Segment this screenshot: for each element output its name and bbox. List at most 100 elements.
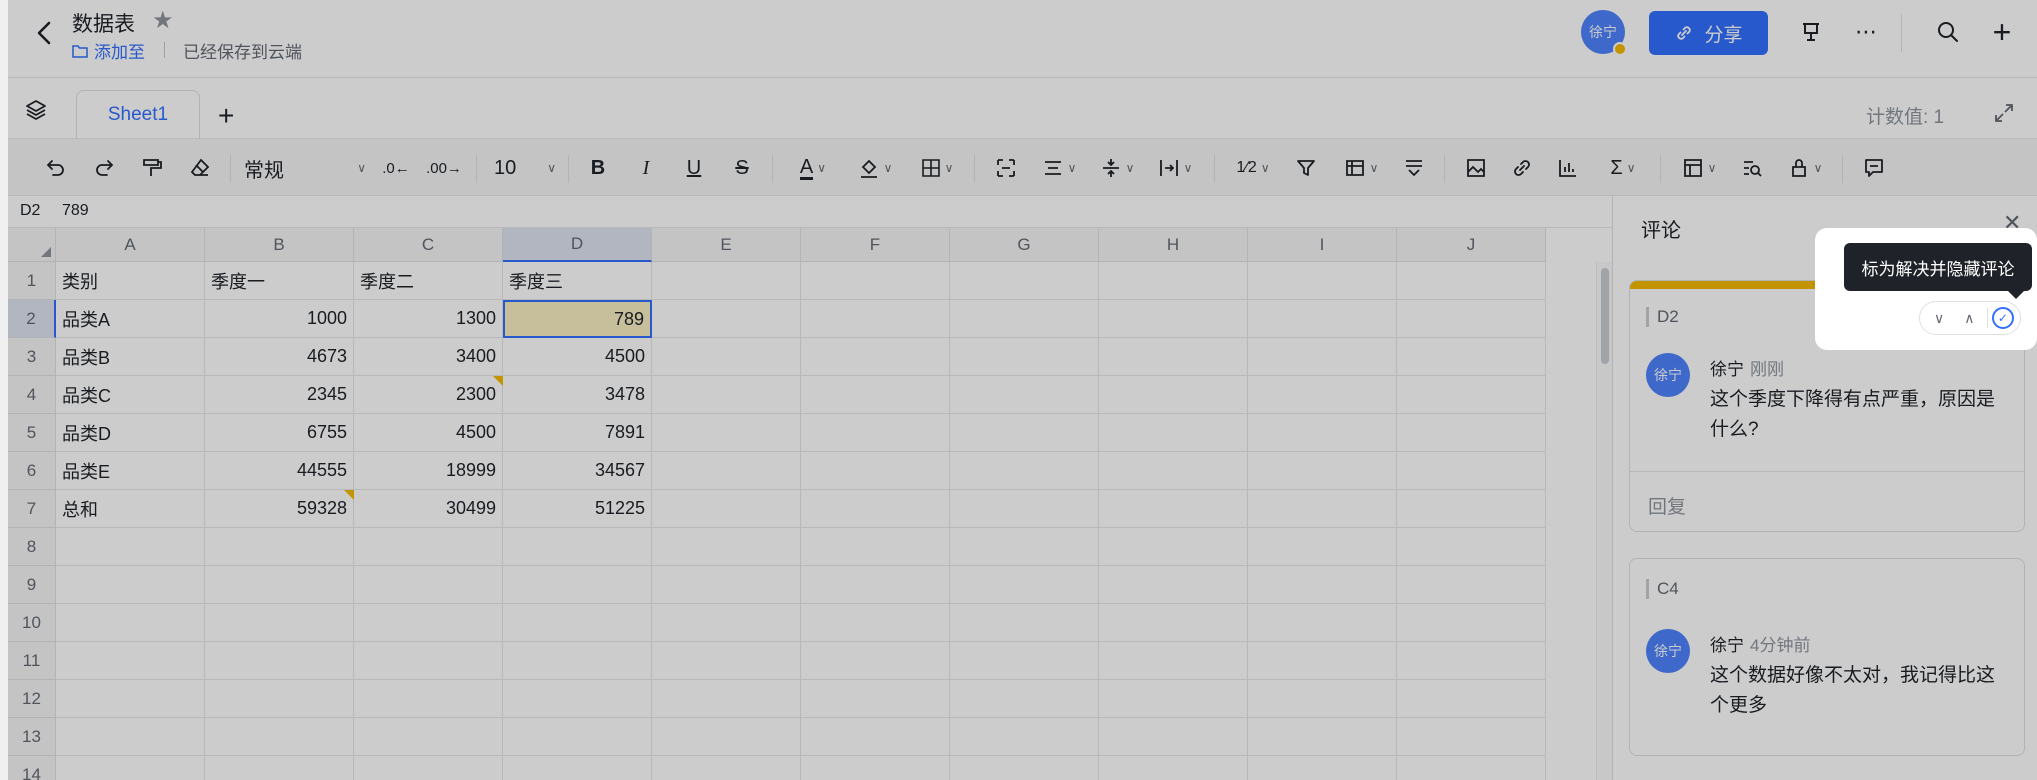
cell-reference[interactable]: D2 <box>20 202 40 220</box>
conditional-format-icon[interactable]: ∨ <box>1336 151 1386 185</box>
more-icon[interactable]: ⋯ <box>1848 14 1884 50</box>
row-header[interactable]: 7 <box>8 490 56 528</box>
table-cell[interactable] <box>652 300 801 338</box>
fill-color-icon[interactable]: ∨ <box>850 151 900 185</box>
table-cell[interactable]: 3478 <box>503 376 652 414</box>
table-cell[interactable] <box>1248 300 1397 338</box>
table-cell[interactable] <box>652 528 801 566</box>
table-cell[interactable] <box>1099 642 1248 680</box>
table-cell[interactable] <box>1248 338 1397 376</box>
table-cell[interactable]: 34567 <box>503 452 652 490</box>
search-icon[interactable] <box>1930 14 1966 50</box>
table-cell[interactable]: 品类C <box>56 376 205 414</box>
row-header[interactable]: 4 <box>8 376 56 414</box>
table-cell[interactable] <box>1099 300 1248 338</box>
table-cell[interactable] <box>950 490 1099 528</box>
table-cell[interactable]: 44555 <box>205 452 354 490</box>
row-col-icon[interactable]: ∨ <box>1674 151 1724 185</box>
table-cell[interactable] <box>1397 300 1546 338</box>
formula-input[interactable]: 789 <box>62 202 89 220</box>
table-cell[interactable] <box>503 566 652 604</box>
table-cell[interactable] <box>205 604 354 642</box>
column-header[interactable]: D <box>503 228 652 262</box>
table-cell[interactable] <box>503 604 652 642</box>
select-all-corner[interactable] <box>8 228 56 262</box>
row-header[interactable]: 8 <box>8 528 56 566</box>
italic-icon[interactable]: I <box>628 151 664 185</box>
layers-icon[interactable] <box>24 98 48 127</box>
table-cell[interactable] <box>56 528 205 566</box>
table-cell[interactable] <box>801 604 950 642</box>
table-cell[interactable] <box>354 566 503 604</box>
column-header[interactable]: A <box>56 228 205 262</box>
table-cell[interactable]: 品类D <box>56 414 205 452</box>
back-icon[interactable] <box>28 16 62 50</box>
resolve-icon[interactable]: ✓ <box>1991 307 2014 329</box>
table-cell[interactable]: 6755 <box>205 414 354 452</box>
vertical-scrollbar[interactable] <box>1596 262 1612 780</box>
table-cell[interactable]: 品类E <box>56 452 205 490</box>
sum-icon[interactable]: Σ ∨ <box>1598 151 1648 185</box>
table-cell[interactable] <box>652 604 801 642</box>
table-cell[interactable] <box>503 680 652 718</box>
add-to-link[interactable]: 添加至 <box>72 38 145 63</box>
table-cell[interactable] <box>950 756 1099 780</box>
table-cell[interactable] <box>950 338 1099 376</box>
table-cell[interactable] <box>205 528 354 566</box>
scroll-thumb[interactable] <box>1601 268 1609 364</box>
table-cell[interactable] <box>950 300 1099 338</box>
sort-icon[interactable]: 1⁄2 ∨ <box>1228 151 1278 185</box>
table-cell[interactable] <box>1248 642 1397 680</box>
table-cell[interactable] <box>950 262 1099 300</box>
table-cell[interactable] <box>950 528 1099 566</box>
table-cell[interactable] <box>1248 376 1397 414</box>
table-cell[interactable] <box>1397 338 1546 376</box>
text-wrap-icon[interactable]: ∨ <box>1150 151 1200 185</box>
table-cell[interactable] <box>354 680 503 718</box>
table-cell[interactable] <box>652 680 801 718</box>
table-cell[interactable] <box>1248 566 1397 604</box>
column-header[interactable]: E <box>652 228 801 262</box>
underline-icon[interactable]: U <box>676 151 712 185</box>
table-cell[interactable] <box>56 718 205 756</box>
table-cell[interactable] <box>801 642 950 680</box>
table-cell[interactable] <box>354 604 503 642</box>
row-header[interactable]: 1 <box>8 262 56 300</box>
comment-card[interactable]: C4 徐宁 徐宁 4分钟前 这个数据好像不太对，我记得比这个更多 <box>1629 558 2025 756</box>
row-header[interactable]: 11 <box>8 642 56 680</box>
active-cell[interactable]: 789 <box>503 300 652 338</box>
table-cell[interactable] <box>1248 756 1397 780</box>
table-cell[interactable] <box>801 452 950 490</box>
table-cell[interactable] <box>503 642 652 680</box>
table-cell[interactable] <box>1099 718 1248 756</box>
table-cell[interactable] <box>652 490 801 528</box>
table-cell[interactable] <box>801 300 950 338</box>
table-cell[interactable] <box>1099 528 1248 566</box>
table-cell[interactable] <box>1248 262 1397 300</box>
table-cell[interactable] <box>950 376 1099 414</box>
table-cell[interactable] <box>950 718 1099 756</box>
table-cell[interactable] <box>801 490 950 528</box>
image-icon[interactable] <box>1458 151 1494 185</box>
table-cell[interactable] <box>354 528 503 566</box>
table-cell[interactable] <box>652 756 801 780</box>
table-cell[interactable] <box>1248 490 1397 528</box>
expand-icon[interactable] <box>1993 102 2015 129</box>
bold-icon[interactable]: B <box>580 151 616 185</box>
table-cell[interactable] <box>1099 604 1248 642</box>
spreadsheet-grid[interactable]: A B C D E F G H I J 1 类别 季度一 季度二 季度三 2 品类A 1000 1300 789 3 品类… <box>8 228 1612 780</box>
table-cell[interactable] <box>801 376 950 414</box>
table-cell[interactable]: 18999 <box>354 452 503 490</box>
font-size-dropdown[interactable]: 10 ∨ <box>494 151 556 185</box>
decrease-decimal-icon[interactable]: .0← <box>378 151 414 185</box>
table-cell[interactable] <box>354 718 503 756</box>
table-cell[interactable] <box>56 566 205 604</box>
table-cell[interactable] <box>1397 262 1546 300</box>
eraser-icon[interactable] <box>182 151 218 185</box>
table-cell[interactable]: 7891 <box>503 414 652 452</box>
find-icon[interactable] <box>1734 151 1770 185</box>
table-cell[interactable] <box>1397 642 1546 680</box>
table-cell[interactable]: 51225 <box>503 490 652 528</box>
freeze-icon[interactable] <box>1396 151 1432 185</box>
table-cell[interactable] <box>1099 452 1248 490</box>
